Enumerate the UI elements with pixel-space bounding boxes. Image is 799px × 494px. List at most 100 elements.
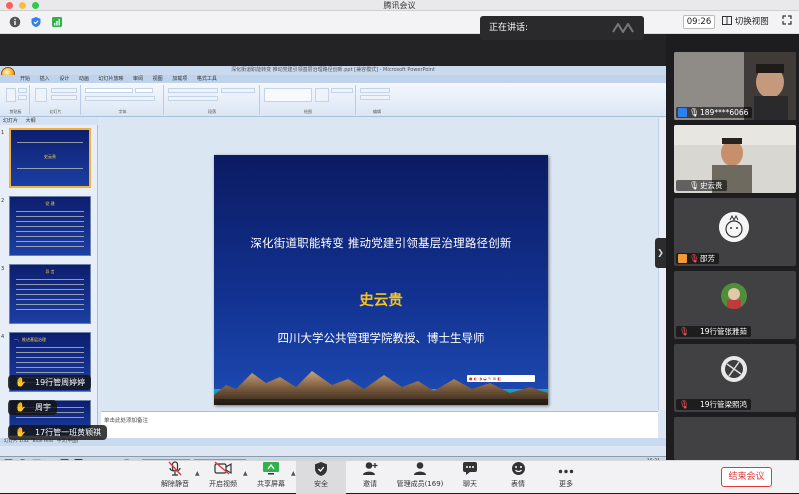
shield-icon[interactable] (29, 16, 42, 29)
manage-members-button[interactable]: 管理成员(169) (393, 461, 447, 494)
replace-button[interactable] (360, 95, 390, 100)
ribbon-group-label: 剪贴板 (9, 109, 22, 114)
slide-affiliation: 四川大学公共管理学院教授、博士生导师 (277, 331, 485, 345)
paste-button[interactable] (6, 88, 16, 102)
collapse-sidebar-button[interactable]: ❯ (655, 238, 666, 268)
window-title: 腾讯会议 (383, 1, 416, 10)
ppt-ribbon-tabs: 开始 插入 设计 动画 幻灯片放映 审阅 视图 加载项 格式工具 (0, 75, 666, 83)
ppt-tab[interactable]: 设计 (59, 76, 69, 82)
slide-title: 深化街道职能转变 推动党建引领基层治理路径创新 (250, 236, 512, 250)
avatar (721, 356, 747, 382)
hand-icon: ✋ (15, 378, 27, 388)
slide-edit-area: 深化街道职能转变 推动党建引领基层治理路径创新 史云贵 四川大学公共管理学院教授… (101, 118, 658, 410)
hand-icon: ✋ (15, 428, 27, 438)
ppt-tab[interactable]: 插入 (40, 76, 50, 82)
grid-icon (722, 16, 732, 25)
new-slide-button[interactable] (35, 88, 47, 102)
slide-thumbnail[interactable]: 史云贵 (9, 128, 91, 188)
share-screen-button[interactable]: 共享屏幕 (246, 461, 296, 494)
participant-name-label: 🎙 19行管张雅茹 (676, 326, 752, 337)
emoji-button[interactable]: 表情 (493, 461, 543, 494)
text-direction-button[interactable] (221, 88, 255, 93)
participant-tile[interactable]: 🎙 189****6066 (674, 52, 796, 120)
participant-tile[interactable]: 🎙 19行管张雅茹 (674, 271, 796, 339)
meeting-toolbar: 解除静音 ▲ 开启视频 ▲ 共享屏幕 ▲ 安全 邀请 管理成员(169) 聊天 … (0, 460, 799, 494)
slides-tab[interactable]: 幻灯片 (3, 118, 18, 124)
font-family-select[interactable] (85, 88, 133, 93)
avatar (719, 212, 749, 242)
share-options-caret[interactable]: ▲ (291, 470, 296, 477)
mic-muted-icon: 🎙 (679, 400, 690, 409)
end-meeting-button[interactable]: 结束会议 (721, 467, 772, 487)
hand-icon: ✋ (15, 403, 27, 413)
ppt-tab[interactable]: 幻灯片放映 (98, 76, 123, 82)
participant-name-label: 🎙 邵芳 (676, 253, 719, 264)
chat-icon (445, 461, 495, 480)
mic-icon: 🎙 (689, 181, 700, 190)
ribbon-group-clipboard: 剪贴板 (2, 85, 30, 115)
fullscreen-icon[interactable] (780, 15, 794, 29)
slide-thumbnail[interactable]: 党 建 (9, 196, 91, 256)
security-button[interactable]: 安全 (296, 461, 346, 494)
ribbon-group-label: 编辑 (373, 109, 381, 114)
shape-fill-button[interactable] (331, 88, 353, 93)
active-speaker-indicator: 正在讲话: (480, 16, 644, 40)
participant-tile[interactable]: 🎙 19行管梁照鸿 (674, 344, 796, 412)
mic-icon: 🎙 (689, 108, 700, 117)
participant-tile[interactable]: 🎙 邵芳 (674, 198, 796, 266)
overlay-name: 19行管周婷婷 (35, 378, 86, 387)
unmute-button[interactable]: 解除静音 (150, 461, 200, 494)
mic-muted-icon (150, 461, 200, 480)
slides-panel-tabs: 幻灯片 大纲 (0, 118, 98, 125)
participant-tile[interactable] (674, 417, 796, 460)
info-icon[interactable] (8, 16, 21, 29)
host-icon (678, 108, 687, 117)
start-video-button[interactable]: 开启视频 (198, 461, 248, 494)
align-buttons[interactable] (168, 96, 218, 101)
thumb-heading: 史云贵 (44, 154, 56, 159)
ribbon-group-slides: 幻灯片 (31, 85, 81, 115)
copy-button[interactable] (18, 95, 27, 100)
shapes-gallery[interactable] (264, 88, 312, 102)
ppt-tab[interactable]: 动画 (79, 76, 89, 82)
participant-name-label: 🎙 19行管梁照鸿 (676, 399, 752, 410)
outline-tab[interactable]: 大纲 (26, 118, 36, 124)
ribbon-group-font: 字体 (82, 85, 164, 115)
find-button[interactable] (360, 88, 390, 93)
notes-pane[interactable]: 单击此处添加备注 (101, 411, 658, 438)
font-format-buttons[interactable] (85, 96, 155, 101)
ppt-tab[interactable]: 格式工具 (197, 76, 217, 82)
participant-tile[interactable]: 🎙 史云贵 (674, 125, 796, 193)
ribbon-group-label: 字体 (118, 109, 127, 114)
ribbon-group-editing: 编辑 (357, 85, 397, 115)
current-slide[interactable]: 深化街道职能转变 推动党建引领基层治理路径创新 史云贵 四川大学公共管理学院教授… (214, 155, 548, 405)
more-button[interactable]: 更多 (541, 461, 591, 494)
more-icon (541, 461, 591, 480)
thumb-heading: 党 建 (45, 201, 55, 206)
add-user-icon (345, 461, 395, 480)
font-size-select[interactable] (135, 88, 153, 93)
participant-list: 🎙 189****6066 🎙 史云贵 🎙 邵芳 🎙 19行管张雅茹 🎙 19行… (666, 34, 799, 460)
invite-button[interactable]: 邀请 (345, 461, 395, 494)
cut-button[interactable] (18, 88, 27, 93)
slide-toolbar[interactable]: ● ◐ ◑ ◒ ✎ ⊞ ◧ (467, 375, 535, 382)
camera-off-icon (198, 461, 248, 480)
layout-button[interactable] (51, 88, 77, 93)
slide-thumbnail[interactable]: 导 言 (9, 264, 91, 324)
signal-icon[interactable] (50, 16, 63, 29)
chat-button[interactable]: 聊天 (445, 461, 495, 494)
list-buttons[interactable] (168, 88, 218, 93)
arrange-button[interactable] (315, 88, 329, 102)
ribbon-group-label: 幻灯片 (49, 109, 62, 114)
reset-button[interactable] (51, 95, 77, 100)
switch-view-button[interactable]: 切换视图 (722, 15, 770, 29)
powerpoint-window: 深化街道职能转变 推动党建引领基层治理路径创新.ppt [兼容模式] - Mic… (0, 66, 666, 476)
ppt-tab[interactable]: 开始 (20, 76, 30, 82)
members-icon (393, 461, 447, 480)
ppt-tab[interactable]: 加载项 (172, 76, 187, 82)
overlay-name: 周宇 (35, 403, 51, 412)
switch-view-label: 切换视图 (734, 17, 769, 27)
ppt-tab[interactable]: 审阅 (133, 76, 143, 82)
ppt-tab[interactable]: 视图 (153, 76, 163, 82)
emoji-icon (493, 461, 543, 480)
